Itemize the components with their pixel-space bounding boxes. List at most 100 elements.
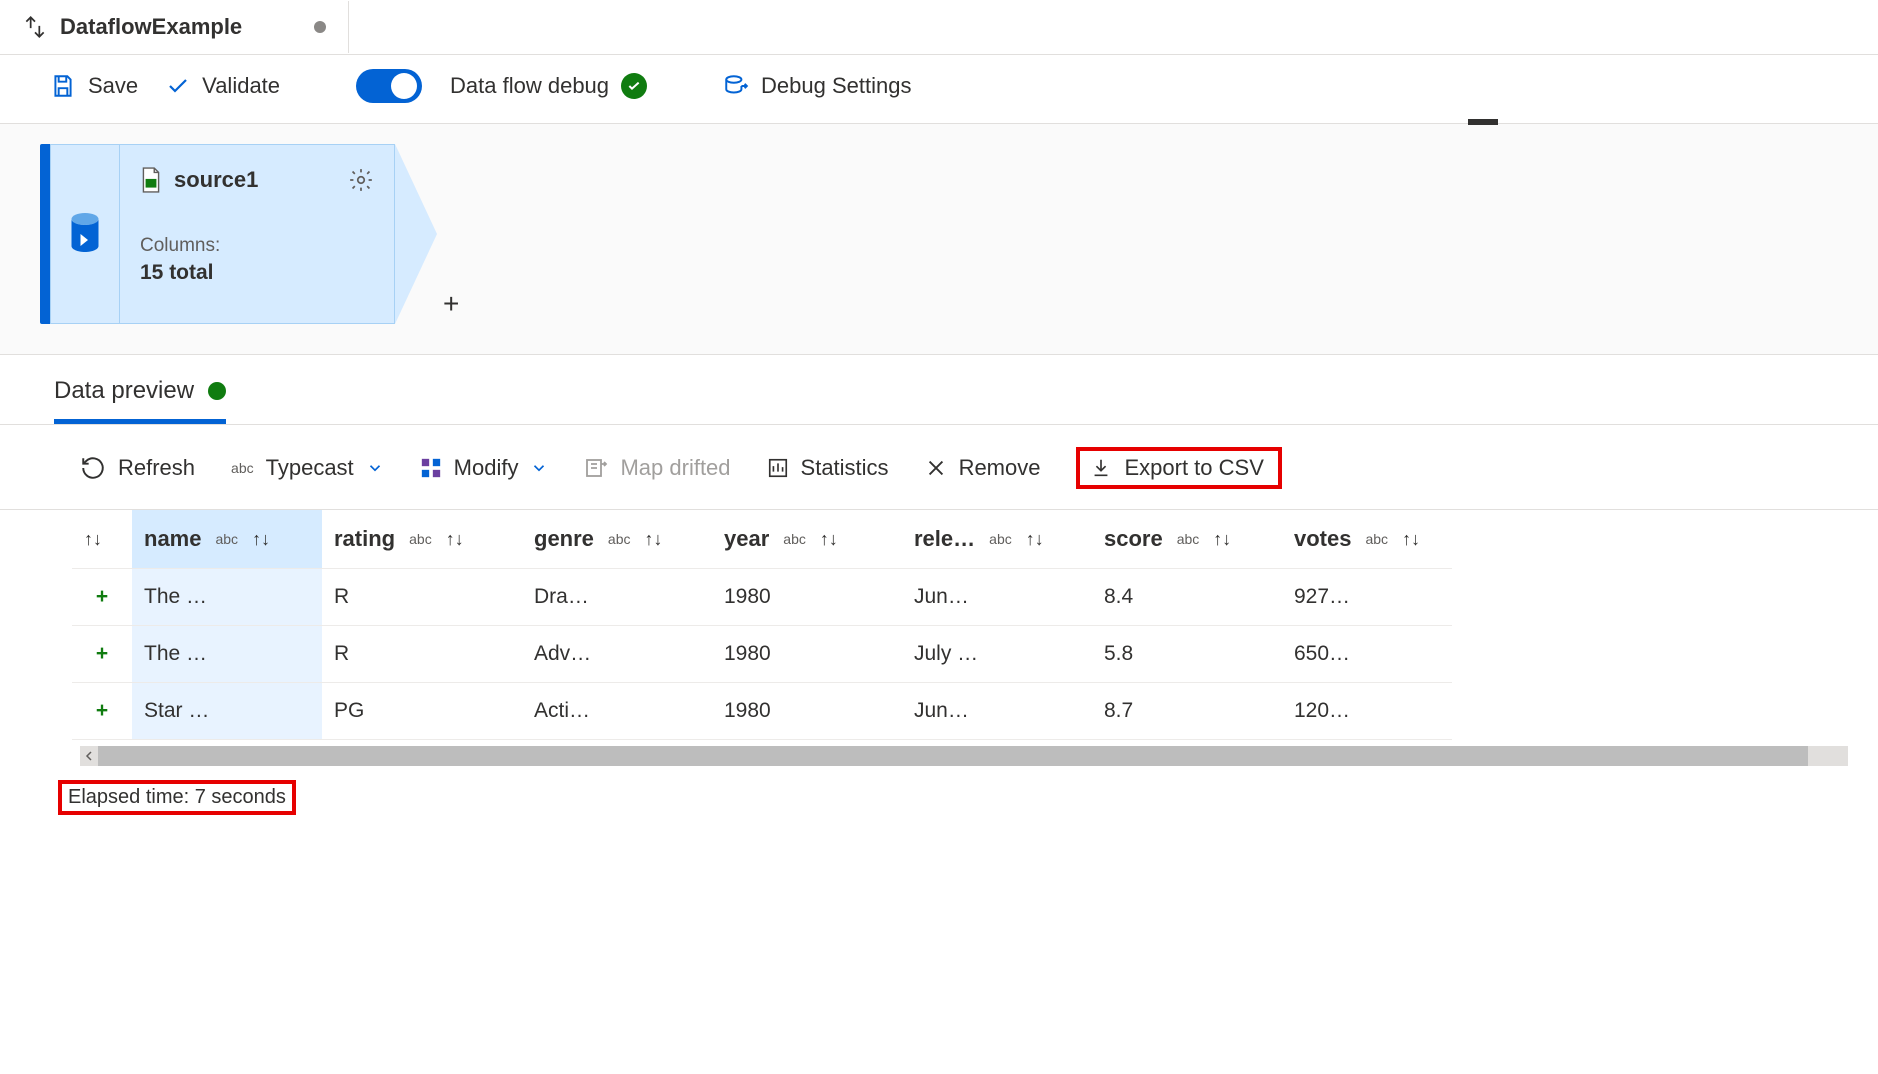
sort-icon: ↑↓ — [645, 529, 663, 550]
tab-data-preview[interactable]: Data preview — [54, 377, 226, 424]
cell-rating: R — [322, 569, 522, 626]
col-name-label: name — [144, 526, 201, 552]
cell-released: July … — [902, 626, 1092, 683]
modify-button[interactable]: Modify — [420, 455, 549, 481]
export-csv-label: Export to CSV — [1124, 455, 1263, 481]
cell-year: 1980 — [712, 626, 902, 683]
dataflow-canvas[interactable]: source1 Columns: 15 total + — [0, 124, 1878, 355]
col-header-score[interactable]: score abc ↑↓ — [1092, 510, 1282, 569]
cell-name: The … — [132, 569, 322, 626]
cell-year: 1980 — [712, 683, 902, 740]
col-header-votes[interactable]: votes abc ↑↓ — [1282, 510, 1452, 569]
typecast-button[interactable]: abc Typecast — [231, 455, 384, 481]
add-transform-button[interactable]: + — [443, 288, 459, 320]
data-table: ↑↓ name abc ↑↓ rating abc ↑↓ — [72, 510, 1452, 740]
statistics-button[interactable]: Statistics — [767, 455, 889, 481]
type-icon: abc — [608, 531, 631, 547]
elapsed-time: Elapsed time: 7 seconds — [58, 780, 296, 815]
col-label: year — [724, 526, 769, 552]
col-header-year[interactable]: year abc ↑↓ — [712, 510, 902, 569]
cell-year: 1980 — [712, 569, 902, 626]
cell-score: 8.7 — [1092, 683, 1282, 740]
sort-icon: ↑↓ — [84, 529, 102, 549]
source-node[interactable]: source1 Columns: 15 total + — [40, 144, 1878, 324]
cell-votes: 927… — [1282, 569, 1452, 626]
remove-button[interactable]: Remove — [925, 455, 1041, 481]
breadcrumb — [348, 1, 1878, 53]
columns-count: 15 total — [140, 261, 374, 285]
tab-dataflow[interactable]: DataflowExample — [0, 0, 348, 54]
debug-toggle[interactable] — [356, 69, 422, 103]
node-body[interactable]: source1 Columns: 15 total — [120, 144, 395, 324]
debug-settings-button[interactable]: Debug Settings — [723, 73, 911, 99]
expand-row-button[interactable]: + — [72, 569, 132, 626]
csv-file-icon — [140, 167, 162, 193]
type-icon: abc — [215, 531, 238, 547]
type-icon: abc — [409, 531, 432, 547]
col-label: score — [1104, 526, 1163, 552]
save-icon — [50, 73, 76, 99]
horizontal-scrollbar[interactable] — [80, 746, 1848, 766]
unsaved-indicator-icon — [314, 21, 326, 33]
chevron-down-icon — [530, 459, 548, 477]
cell-name: Star … — [132, 683, 322, 740]
expand-row-button[interactable]: + — [72, 683, 132, 740]
row-handle-header[interactable]: ↑↓ — [72, 510, 132, 569]
download-icon — [1090, 457, 1112, 479]
validate-label: Validate — [202, 73, 280, 99]
col-label: genre — [534, 526, 594, 552]
col-label: rating — [334, 526, 395, 552]
col-header-rating[interactable]: rating abc ↑↓ — [322, 510, 522, 569]
editor-tabs: DataflowExample — [0, 0, 1878, 55]
sort-icon: ↑↓ — [1026, 529, 1044, 550]
expand-row-button[interactable]: + — [72, 626, 132, 683]
node-title: source1 — [174, 167, 258, 193]
dataflow-icon — [22, 14, 48, 40]
export-csv-button[interactable]: Export to CSV — [1076, 447, 1281, 489]
type-icon: abc — [783, 531, 806, 547]
validate-button[interactable]: Validate — [166, 73, 280, 99]
node-settings-button[interactable] — [348, 167, 374, 193]
scroll-right-icon[interactable] — [1808, 746, 1848, 766]
debug-toggle-label: Data flow debug — [450, 73, 647, 99]
database-icon — [67, 211, 103, 257]
table-row[interactable]: + The … R Dra… 1980 Jun… 8.4 927… — [72, 569, 1452, 626]
debug-text: Data flow debug — [450, 73, 609, 99]
save-button[interactable]: Save — [50, 73, 138, 99]
scroll-left-icon[interactable] — [80, 746, 98, 766]
chevron-down-icon — [366, 459, 384, 477]
map-drifted-icon — [584, 456, 608, 480]
source-type-rail — [50, 144, 120, 324]
save-label: Save — [88, 73, 138, 99]
cell-genre: Acti… — [522, 683, 712, 740]
cell-released: Jun… — [902, 683, 1092, 740]
statistics-label: Statistics — [801, 455, 889, 481]
sort-icon: ↑↓ — [446, 529, 464, 550]
sort-icon: ↑↓ — [1402, 529, 1420, 550]
cell-name: The … — [132, 626, 322, 683]
sort-icon: ↑↓ — [252, 529, 270, 550]
dataflow-toolbar: Save Validate Data flow debug Debug Sett… — [0, 55, 1878, 124]
node-output-arrow — [395, 144, 437, 324]
col-header-name[interactable]: name abc ↑↓ — [132, 510, 322, 569]
modify-icon — [420, 457, 442, 479]
sort-icon: ↑↓ — [820, 529, 838, 550]
col-header-released[interactable]: rele… abc ↑↓ — [902, 510, 1092, 569]
preview-status-icon — [208, 382, 226, 400]
col-label: votes — [1294, 526, 1351, 552]
table-row[interactable]: + Star … PG Acti… 1980 Jun… 8.7 120… — [72, 683, 1452, 740]
table-row[interactable]: + The … R Adv… 1980 July … 5.8 650… — [72, 626, 1452, 683]
map-drifted-label: Map drifted — [620, 455, 730, 481]
typecast-label: Typecast — [266, 455, 354, 481]
refresh-icon — [80, 455, 106, 481]
panel-resize-handle[interactable] — [1468, 119, 1498, 125]
debug-settings-icon — [723, 73, 749, 99]
type-icon: abc — [989, 531, 1012, 547]
tab-label: Data preview — [54, 377, 194, 405]
map-drifted-button: Map drifted — [584, 455, 730, 481]
refresh-button[interactable]: Refresh — [80, 455, 195, 481]
sort-icon: ↑↓ — [1213, 529, 1231, 550]
cell-score: 5.8 — [1092, 626, 1282, 683]
col-header-genre[interactable]: genre abc ↑↓ — [522, 510, 712, 569]
cell-score: 8.4 — [1092, 569, 1282, 626]
